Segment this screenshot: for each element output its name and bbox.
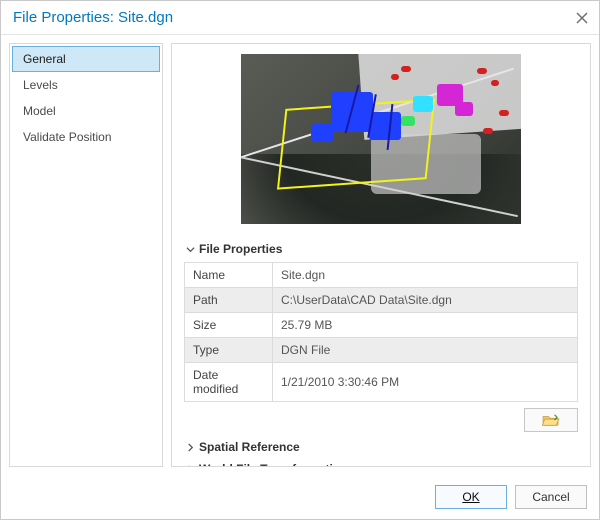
close-button[interactable] bbox=[573, 9, 591, 27]
prop-value: Site.dgn bbox=[273, 263, 578, 288]
prop-value: DGN File bbox=[273, 338, 578, 363]
sidebar-item-model[interactable]: Model bbox=[12, 98, 160, 124]
sidebar: General Levels Model Validate Position bbox=[9, 43, 163, 467]
chevron-right-icon bbox=[186, 465, 195, 468]
prop-key: Name bbox=[185, 263, 273, 288]
section-spatial-reference-title: Spatial Reference bbox=[199, 440, 300, 454]
section-file-properties-title: File Properties bbox=[199, 242, 282, 256]
sidebar-item-levels[interactable]: Levels bbox=[12, 72, 160, 98]
section-spatial-reference-header[interactable]: Spatial Reference bbox=[186, 440, 578, 454]
prop-key: Size bbox=[185, 313, 273, 338]
ok-button[interactable]: OK bbox=[435, 485, 507, 509]
file-properties-table: Name Site.dgn Path C:\UserData\CAD Data\… bbox=[184, 262, 578, 402]
table-row: Path C:\UserData\CAD Data\Site.dgn bbox=[185, 288, 578, 313]
cancel-button[interactable]: Cancel bbox=[515, 485, 587, 509]
prop-key: Path bbox=[185, 288, 273, 313]
file-preview bbox=[241, 54, 521, 224]
section-file-properties-header[interactable]: File Properties bbox=[186, 242, 578, 256]
dialog-title: File Properties: Site.dgn bbox=[13, 9, 173, 26]
dialog-body: General Levels Model Validate Position bbox=[1, 35, 599, 475]
sidebar-item-general[interactable]: General bbox=[12, 46, 160, 72]
prop-value: 1/21/2010 3:30:46 PM bbox=[273, 363, 578, 402]
prop-key: Type bbox=[185, 338, 273, 363]
prop-key: Date modified bbox=[185, 363, 273, 402]
sidebar-item-validate-position[interactable]: Validate Position bbox=[12, 124, 160, 150]
table-row: Size 25.79 MB bbox=[185, 313, 578, 338]
open-folder-button[interactable] bbox=[524, 408, 578, 432]
section-world-file-transformation-title: World File Transformation bbox=[199, 462, 347, 467]
chevron-right-icon bbox=[186, 443, 195, 452]
titlebar: File Properties: Site.dgn bbox=[1, 1, 599, 35]
table-row: Type DGN File bbox=[185, 338, 578, 363]
prop-value: 25.79 MB bbox=[273, 313, 578, 338]
section-world-file-transformation-header[interactable]: World File Transformation bbox=[186, 462, 578, 467]
close-icon bbox=[576, 12, 588, 24]
main-panel: File Properties Name Site.dgn Path C:\Us… bbox=[171, 43, 591, 467]
chevron-down-icon bbox=[186, 245, 195, 254]
dialog-footer: OK Cancel bbox=[1, 483, 599, 519]
table-row: Date modified 1/21/2010 3:30:46 PM bbox=[185, 363, 578, 402]
table-row: Name Site.dgn bbox=[185, 263, 578, 288]
open-folder-row bbox=[184, 408, 578, 432]
folder-open-icon bbox=[542, 413, 560, 427]
prop-value: C:\UserData\CAD Data\Site.dgn bbox=[273, 288, 578, 313]
